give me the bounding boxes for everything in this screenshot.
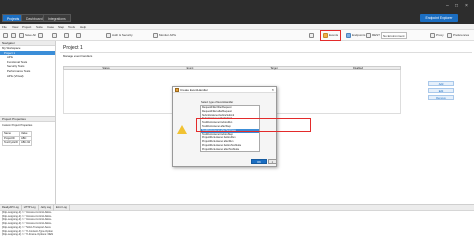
cancel-button[interactable]: ×: [268, 159, 277, 164]
menu-help[interactable]: Help: [80, 25, 86, 29]
column-status[interactable]: Status: [64, 67, 148, 70]
dialog-prompt-label: Select type of EventHandler: [201, 101, 234, 104]
proxy-button[interactable]: [64, 32, 70, 39]
properties-table: Name Value ProjectID ABC TestCycleID ABC-92: [1, 131, 32, 146]
open-icon[interactable]: [11, 32, 17, 39]
proxy-toggle[interactable]: Proxy: [430, 32, 444, 39]
custom-properties-title: Custom Project Properties: [2, 124, 33, 127]
menu-step[interactable]: Step: [58, 25, 64, 29]
tab-integrations[interactable]: Integrations: [43, 14, 71, 22]
column-disabled[interactable]: Disabled: [316, 67, 400, 70]
selection-highlight-box: [196, 118, 311, 132]
minimize-icon[interactable]: –: [446, 3, 449, 9]
endpoint-explorer-button[interactable]: Endpoint Explorer: [420, 14, 458, 22]
endpoints-button[interactable]: Endpoints: [346, 32, 365, 39]
auth-security-button[interactable]: Auth & Security: [106, 32, 133, 39]
title-bar: Projects Dashboard Integrations Endpoint…: [0, 0, 474, 24]
manage-events-label: Manage event handlers: [63, 54, 93, 58]
navigator-panel: Navigator My Workspace Project 1 APIs Fu…: [0, 41, 56, 116]
column-event[interactable]: Event: [148, 67, 232, 70]
menu-tools[interactable]: Tools: [68, 25, 75, 29]
menu-file[interactable]: File: [2, 25, 7, 29]
dialog-app-icon: [175, 88, 179, 92]
project-properties-panel: Project Properties Custom Project Proper…: [0, 116, 56, 204]
close-icon[interactable]: ×: [465, 3, 468, 9]
dialog-close-icon[interactable]: ×: [272, 87, 274, 93]
environment-select[interactable]: No Environment: [381, 32, 407, 39]
preferences-toggle[interactable]: Preferences: [447, 32, 469, 39]
remove-handler-button[interactable]: Remove: [428, 95, 454, 100]
maximize-icon[interactable]: □: [455, 3, 458, 9]
list-button[interactable]: [309, 32, 315, 39]
dialog-title: Create EventHandler ×: [173, 87, 276, 93]
preferences-button[interactable]: [52, 32, 58, 39]
edit-handler-button[interactable]: Edit: [428, 88, 454, 93]
rest-button[interactable]: REST: [366, 32, 380, 39]
save-all-button[interactable]: Save All: [19, 32, 36, 39]
warning-icon: [177, 125, 187, 134]
log-panel: ReadyAPI Log HTTP Log Jetty Log Error Log […: [0, 204, 474, 245]
menu-project[interactable]: Project: [22, 25, 31, 29]
add-handler-button[interactable]: Add: [428, 81, 454, 86]
log-line: [http-outgoing-2] << "X-Frame-Options: D…: [2, 233, 54, 237]
new-icon[interactable]: [3, 32, 9, 39]
events-highlight-box: [320, 30, 341, 41]
import-icon[interactable]: [38, 32, 44, 39]
nav-item-virtual-apis[interactable]: APIs (Virtual): [0, 74, 55, 79]
monitor-apis-button[interactable]: Monitor APIs: [153, 32, 176, 39]
divider: [60, 52, 472, 53]
list-item[interactable]: ProjectRunListener.afterTestSuite: [201, 148, 259, 151]
table-row[interactable]: TestCycleID ABC-92: [1, 140, 32, 146]
page-title: Project 1: [63, 45, 83, 51]
settings-button[interactable]: [76, 32, 82, 39]
ok-button[interactable]: OK: [251, 159, 267, 164]
menu-view[interactable]: View: [12, 25, 18, 29]
toolbar: Save All Auth & Security Monitor APIs Ev…: [0, 30, 474, 41]
menu-case[interactable]: Case: [47, 25, 54, 29]
menu-suite[interactable]: Suite: [36, 25, 43, 29]
column-target[interactable]: Target: [232, 67, 316, 70]
project-properties-title: Project Properties: [0, 117, 55, 122]
tab-error-log[interactable]: Error Log: [54, 205, 70, 211]
